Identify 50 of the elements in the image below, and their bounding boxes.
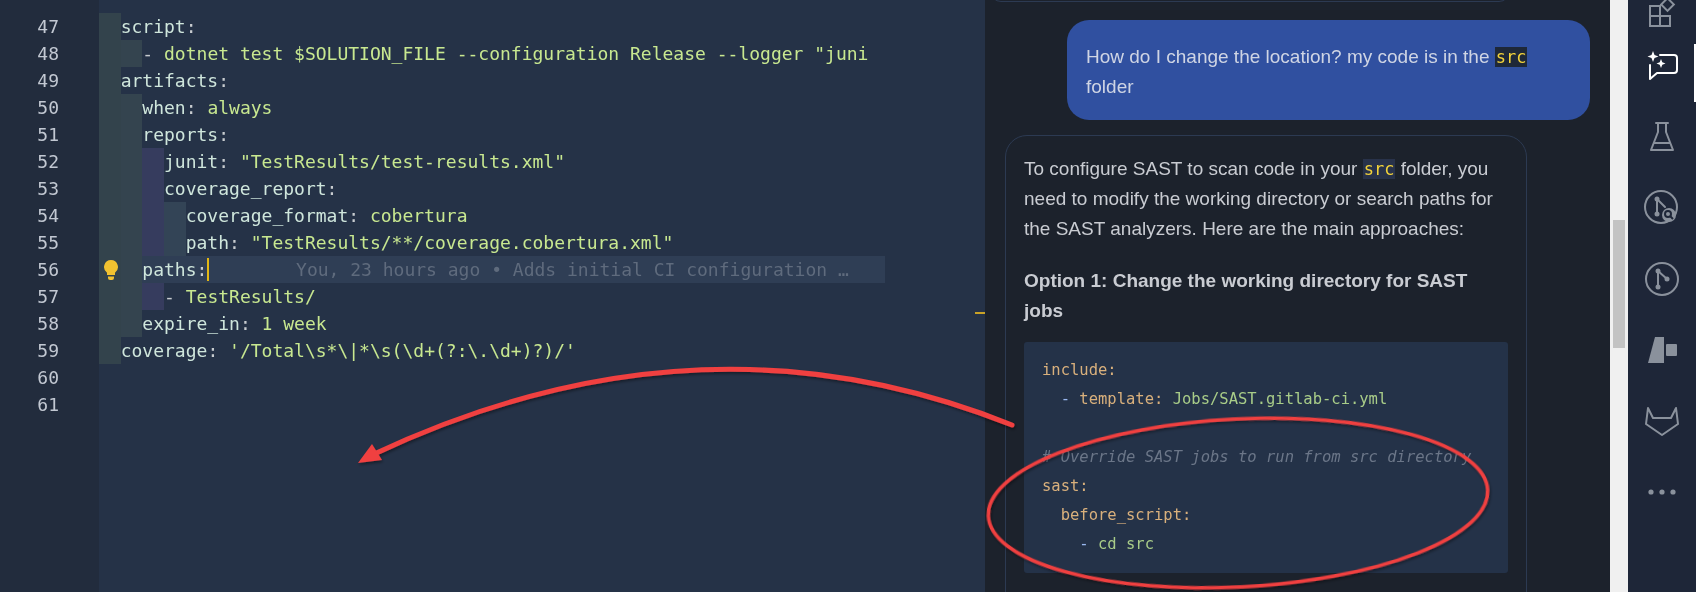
extensions-icon[interactable] bbox=[1646, 0, 1678, 30]
line-number: 60 bbox=[36, 366, 60, 390]
code-line: reports: bbox=[142, 123, 230, 147]
indent-guide bbox=[99, 13, 121, 40]
line-number: 61 bbox=[36, 393, 60, 417]
code-line: script: bbox=[120, 15, 197, 39]
code-line: junit: "TestResults/test-results.xml" bbox=[164, 150, 565, 174]
active-indicator bbox=[1694, 44, 1696, 102]
code-line: before_script: bbox=[1059, 505, 1193, 526]
code-line: sast: bbox=[1042, 476, 1090, 497]
merge-search-icon[interactable] bbox=[1643, 188, 1681, 227]
line-number: 53 bbox=[36, 177, 60, 201]
line-number: 51 bbox=[36, 123, 60, 147]
user-message: How do I change the location? my code is in the src folder bbox=[1067, 20, 1590, 120]
line-number: 54 bbox=[36, 204, 60, 228]
code-line: coverage: '/Total\s*\|*\s(\d+(?:\.\d+)?)/' bbox=[120, 339, 576, 363]
line-number: 57 bbox=[36, 285, 60, 309]
code-line: artifacts: bbox=[120, 69, 230, 93]
overview-ruler-mark bbox=[975, 312, 985, 314]
indent-guide bbox=[99, 337, 121, 364]
line-number: 58 bbox=[36, 312, 60, 336]
flask-icon[interactable] bbox=[1647, 119, 1677, 154]
scrollbar-thumb[interactable] bbox=[1613, 220, 1625, 348]
more-icon[interactable] bbox=[1647, 487, 1677, 496]
line-number: 48 bbox=[36, 42, 60, 66]
response-heading: Option 1: Change the working directory for SAST jobs bbox=[1024, 269, 1469, 323]
scrollbar[interactable] bbox=[1610, 0, 1628, 592]
code-line: include: bbox=[1042, 360, 1118, 381]
code-line: path: "TestResults/**/coverage.cobertura.xml" bbox=[185, 231, 674, 255]
code-line: - dotnet test $SOLUTION_FILE --configuration Release --logger "juni bbox=[142, 42, 869, 66]
code-line: coverage_format: cobertura bbox=[185, 204, 468, 228]
line-number: 49 bbox=[36, 69, 60, 93]
merge-request-icon[interactable] bbox=[1643, 259, 1681, 298]
text-cursor bbox=[207, 258, 210, 281]
line-number: 56 bbox=[36, 258, 60, 282]
code-line: coverage_report: bbox=[164, 177, 338, 201]
agent-logo-icon[interactable] bbox=[1645, 334, 1679, 365]
line-number: 47 bbox=[36, 15, 60, 39]
code-line: - TestResults/ bbox=[164, 285, 316, 309]
code-line: expire_in: 1 week bbox=[142, 312, 327, 336]
line-number: 50 bbox=[36, 96, 60, 120]
code-line: - template: Jobs/SAST.gitlab-ci.yml bbox=[1059, 389, 1389, 410]
line-number: 59 bbox=[36, 339, 60, 363]
code-line: - cd src bbox=[1078, 534, 1155, 555]
code-line: when: always bbox=[142, 96, 273, 120]
lightbulb-icon[interactable] bbox=[103, 259, 119, 280]
response-paragraph: To configure SAST to scan code in your src folder, you need to modify the working directory or search paths for the SAST analyzers. Here are the main approaches: bbox=[1024, 157, 1494, 241]
line-number: 52 bbox=[36, 150, 60, 174]
line-number: 55 bbox=[36, 231, 60, 255]
code-line: paths: bbox=[142, 258, 208, 282]
